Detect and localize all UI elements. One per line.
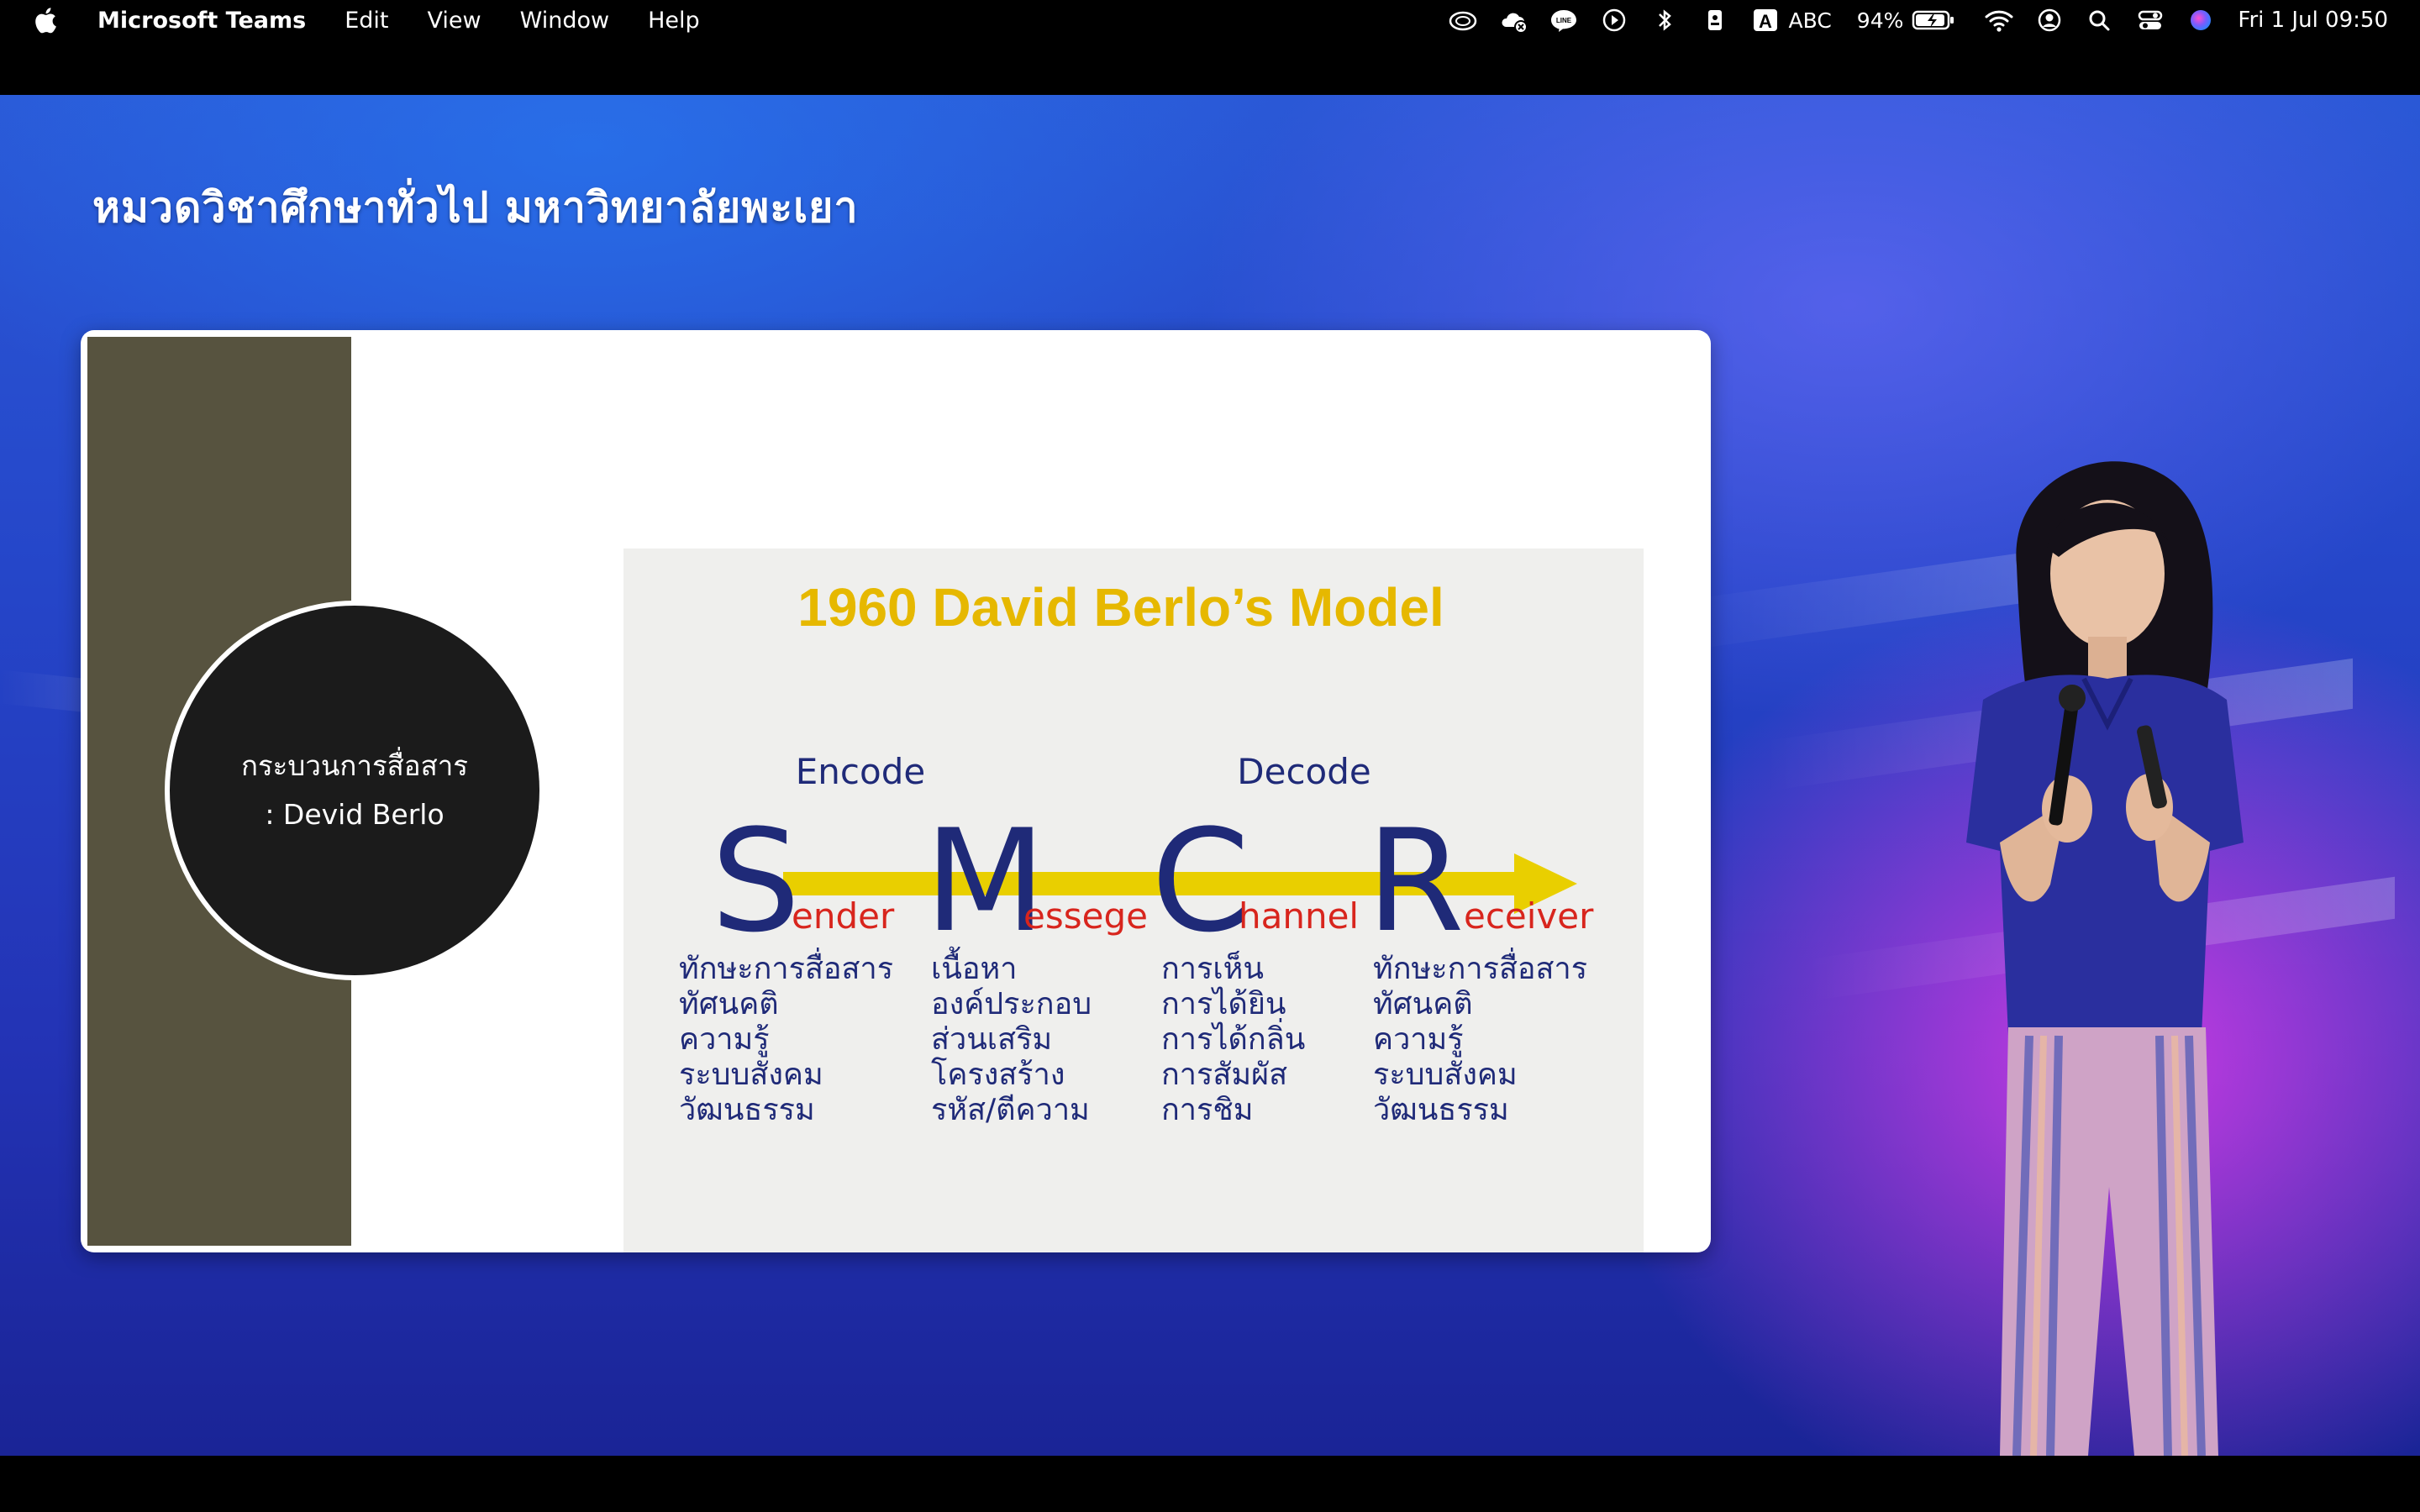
- user-account-icon[interactable]: [2034, 7, 2065, 34]
- component-item: ความรู้: [1373, 1022, 1464, 1058]
- component-item: องค์ประกอบ: [931, 987, 1092, 1021]
- component-channel: C hannel การเห็น การได้ยิน การได้กลิ่น ก…: [1151, 799, 1359, 1127]
- component-rest: ender: [792, 895, 895, 937]
- topic-line-1: กระบวนการสื่อสาร: [240, 749, 469, 782]
- menu-edit[interactable]: Edit: [345, 8, 388, 34]
- topic-circle: กระบวนการสื่อสาร : Devid Berlo: [165, 601, 544, 980]
- component-receiver: R eceiver ทักษะการสื่อสาร ทัศนคติ ความรู…: [1366, 799, 1594, 1127]
- component-item: วัฒนธรรม: [679, 1093, 815, 1127]
- smcr-model-panel: 1960 David Berlo’s Model Encode Decode S…: [623, 549, 1644, 1252]
- component-item: การเห็น: [1161, 949, 1264, 986]
- component-item: ระบบสังคม: [679, 1058, 823, 1092]
- svg-text:LINE: LINE: [1555, 17, 1571, 24]
- svg-text:A: A: [1759, 11, 1772, 32]
- line-app-icon[interactable]: LINE: [1549, 7, 1579, 34]
- component-item: การได้ยิน: [1161, 986, 1286, 1021]
- component-initial: S: [711, 799, 801, 963]
- bluetooth-icon[interactable]: [1649, 7, 1680, 34]
- component-rest: essege: [1023, 895, 1148, 937]
- menu-help[interactable]: Help: [648, 8, 700, 34]
- apple-icon[interactable]: [32, 6, 57, 34]
- component-item: การชิม: [1161, 1093, 1254, 1127]
- component-sender: S ender ทักษะการสื่อสาร ทัศนคติ ความรู้ …: [679, 799, 895, 1127]
- menu-bar: Microsoft Teams Edit View Window Help LI…: [0, 0, 2420, 40]
- component-message: M essege เนื้อหา องค์ประกอบ ส่วนเสริม โค…: [924, 799, 1148, 1127]
- component-item: การสัมผัส: [1161, 1058, 1287, 1092]
- encode-label: Encode: [796, 751, 925, 792]
- decode-label: Decode: [1237, 751, 1370, 792]
- component-item: เนื้อหา: [931, 946, 1017, 986]
- battery-charging-icon[interactable]: [1912, 7, 1955, 34]
- control-center-icon[interactable]: [2135, 7, 2165, 34]
- model-title: 1960 David Berlo’s Model: [797, 577, 1444, 638]
- component-item: วัฒนธรรม: [1373, 1093, 1509, 1127]
- component-item: ส่วนเสริม: [931, 1022, 1052, 1057]
- menu-app-name[interactable]: Microsoft Teams: [97, 8, 306, 34]
- presenter-figure: [1966, 461, 2244, 1456]
- component-item: ระบบสังคม: [1373, 1058, 1518, 1092]
- component-item: ทักษะการสื่อสาร: [679, 948, 893, 986]
- topic-line-2: : Devid Berlo: [265, 798, 445, 831]
- creative-cloud-icon[interactable]: [1448, 7, 1478, 34]
- cloud-error-icon[interactable]: [1498, 7, 1528, 34]
- play-circle-icon[interactable]: [1599, 7, 1629, 34]
- component-item: ทักษะการสื่อสาร: [1373, 948, 1587, 986]
- wifi-icon[interactable]: [1984, 7, 2014, 34]
- status-area: LINE A ABC 94% Fri 1 Jul 09:50: [1428, 0, 2388, 40]
- component-item: โครงสร้าง: [931, 1057, 1065, 1092]
- component-initial: R: [1366, 799, 1465, 963]
- menu-view[interactable]: View: [428, 8, 481, 34]
- siri-icon[interactable]: [2186, 7, 2216, 34]
- component-item: การได้กลิ่น: [1161, 1018, 1305, 1057]
- video-header-title: หมวดวิชาศึกษาทั่วไป มหาวิทยาลัยพะเยา: [92, 183, 859, 232]
- component-item: ทัศนคติ: [1373, 987, 1473, 1021]
- component-initial: M: [924, 799, 1046, 963]
- component-item: รหัส/ตีความ: [931, 1093, 1090, 1127]
- smcr-diagram: 1960 David Berlo’s Model Encode Decode S…: [679, 577, 1594, 1127]
- component-rest: eceiver: [1464, 895, 1594, 937]
- presentation-slide: กระบวนการสื่อสาร : Devid Berlo 1960 Davi…: [81, 330, 1711, 1252]
- input-source-icon[interactable]: A: [1750, 7, 1781, 34]
- component-rest: hannel: [1239, 895, 1359, 937]
- topic-circle-inner: กระบวนการสื่อสาร : Devid Berlo: [170, 606, 539, 975]
- badge-icon[interactable]: [1700, 7, 1730, 34]
- menu-clock[interactable]: Fri 1 Jul 09:50: [2238, 8, 2388, 33]
- battery-percent: 94%: [1856, 8, 1904, 33]
- component-initial: C: [1151, 799, 1249, 963]
- spotlight-search-icon[interactable]: [2085, 7, 2115, 34]
- component-item: ความรู้: [679, 1022, 770, 1058]
- keyboard-input-label[interactable]: ABC: [1789, 8, 1832, 33]
- component-item: ทัศนคติ: [679, 987, 779, 1021]
- menu-window[interactable]: Window: [520, 8, 609, 34]
- shared-video-stage: หมวดวิชาศึกษาทั่วไป มหาวิทยาลัยพะเยา กระ…: [0, 95, 2420, 1456]
